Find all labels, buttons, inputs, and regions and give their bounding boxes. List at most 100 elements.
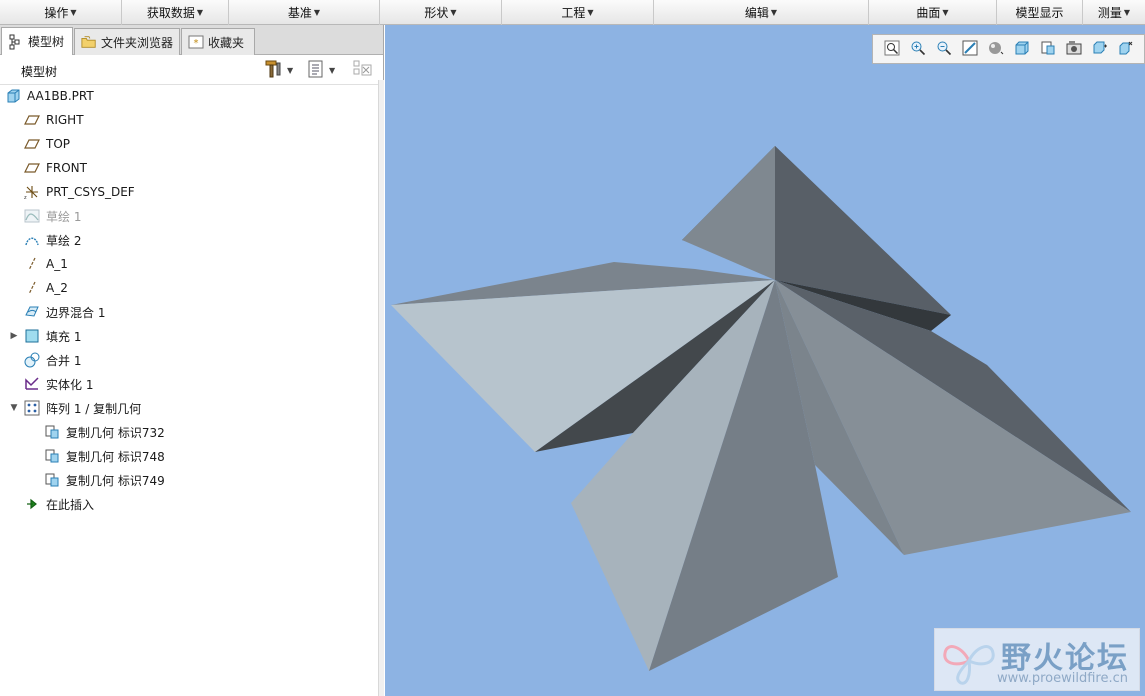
- view-manager-icon: [1040, 40, 1056, 59]
- zoom-in-icon: [910, 40, 926, 59]
- tree-item-front-plane[interactable]: FRONT: [24, 157, 87, 179]
- camera-button[interactable]: [1061, 38, 1087, 60]
- saved-views-icon: [1014, 40, 1030, 59]
- svg-text:*: *: [194, 38, 199, 49]
- tree-item-solidify[interactable]: 实体化 1: [24, 373, 93, 395]
- tree-item-pattern[interactable]: 阵列 1 / 复制几何: [24, 397, 141, 419]
- copy-geometry-icon: [44, 424, 60, 440]
- caret-down-icon: ▼: [942, 8, 949, 17]
- tree-item-fill[interactable]: 填充 1: [24, 325, 81, 347]
- view-manager-button[interactable]: [1035, 38, 1061, 60]
- caret-down-icon: ▼: [313, 8, 321, 17]
- caret-down-icon: ▼: [196, 8, 204, 17]
- tree-item-insert-here[interactable]: 在此插入: [24, 493, 94, 515]
- coordinate-system-icon: z: [24, 184, 40, 200]
- graphics-viewport[interactable]: 野火论坛 www.proewildfire.cn: [385, 25, 1145, 696]
- model-tree-title: 模型树: [21, 65, 58, 79]
- copy-geometry-icon: [44, 472, 60, 488]
- model-face: [682, 146, 775, 280]
- watermark-url: www.proewildfire.cn: [997, 671, 1128, 686]
- tree-columns-icon: [352, 59, 374, 82]
- tab-folder-browser[interactable]: 文件夹浏览器: [74, 28, 180, 55]
- caret-down-icon: ▼: [450, 8, 457, 17]
- view-toolbar: [872, 34, 1145, 64]
- caret-down-icon: ▼: [1123, 8, 1131, 17]
- tree-item-copy-geometry-732[interactable]: 复制几何 标识732: [44, 421, 165, 443]
- menu-surfaces[interactable]: 曲面 ▼: [869, 0, 997, 25]
- spin-center-icon: [1118, 40, 1134, 59]
- caret-down-icon: ▼: [287, 65, 294, 75]
- expand-arrow-icon[interactable]: ▶: [9, 331, 19, 341]
- datum-plane-icon: [24, 112, 40, 128]
- tree-item-copy-geometry-748[interactable]: 复制几何 标识748: [44, 445, 165, 467]
- svg-text:z: z: [24, 195, 27, 200]
- datum-display-icon: [1092, 40, 1108, 59]
- tree-item-boundary-blend[interactable]: 边界混合 1: [24, 301, 105, 323]
- menu-measure[interactable]: 测量 ▼: [1083, 0, 1145, 25]
- refit-icon: [884, 40, 900, 59]
- datum-plane-icon: [24, 136, 40, 152]
- tree-item-csys[interactable]: z PRT_CSYS_DEF: [24, 181, 135, 203]
- fill-icon: [24, 328, 40, 344]
- tree-scrollbar[interactable]: [378, 80, 384, 696]
- butterfly-logo-icon: [943, 645, 995, 685]
- forum-watermark: 野火论坛 www.proewildfire.cn: [934, 628, 1140, 691]
- tree-item-right-plane[interactable]: RIGHT: [24, 109, 84, 131]
- tree-item-axis-a1[interactable]: A_1: [24, 253, 68, 275]
- tree-item-part[interactable]: AA1BB.PRT: [5, 85, 94, 107]
- collapse-arrow-icon[interactable]: ▼: [9, 403, 19, 413]
- display-style-button[interactable]: [983, 38, 1009, 60]
- menu-datum[interactable]: 基准 ▼: [229, 0, 380, 25]
- insert-here-arrow-icon: [24, 496, 40, 512]
- tree-item-sketch-1[interactable]: 草绘 1: [24, 205, 81, 227]
- zoom-out-button[interactable]: [931, 38, 957, 60]
- datum-plane-icon: [24, 160, 40, 176]
- caret-down-icon: ▼: [329, 65, 336, 75]
- menu-operations[interactable]: 操作 ▼: [0, 0, 122, 25]
- repaint-icon: [962, 40, 978, 59]
- refit-button[interactable]: [879, 38, 905, 60]
- part-icon: [5, 88, 21, 104]
- menu-shapes[interactable]: 形状 ▼: [380, 0, 502, 25]
- tree-filter-button[interactable]: [352, 60, 374, 80]
- settings-dropdown-button[interactable]: ▼: [263, 60, 293, 80]
- pattern-icon: [24, 400, 40, 416]
- merge-icon: [24, 352, 40, 368]
- caret-down-icon: ▼: [70, 8, 77, 17]
- 3d-model[interactable]: [385, 25, 1145, 696]
- tree-item-copy-geometry-749[interactable]: 复制几何 标识749: [44, 469, 165, 491]
- tab-model-tree[interactable]: 模型树: [1, 27, 73, 55]
- tree-item-sketch-2[interactable]: 草绘 2: [24, 229, 81, 251]
- folder-browser-icon: [81, 34, 97, 50]
- tree-item-axis-a2[interactable]: A_2: [24, 277, 68, 299]
- favorites-icon: *: [188, 34, 204, 50]
- list-icon: [307, 59, 325, 82]
- datum-axis-icon: [24, 256, 40, 272]
- navigator-panel: 模型树 文件夹浏览器 * 收藏夹 模型树 ▼ ▼ AA1BB.PRT RIGHT…: [0, 25, 384, 696]
- caret-down-icon: ▼: [587, 8, 594, 17]
- tree-item-merge[interactable]: 合并 1: [24, 349, 81, 371]
- display-style-icon: [987, 40, 1005, 59]
- menu-model-display[interactable]: 模型显示: [997, 0, 1083, 25]
- model-tree-header: 模型树 ▼ ▼: [0, 55, 383, 85]
- zoom-out-icon: [936, 40, 952, 59]
- saved-views-button[interactable]: [1009, 38, 1035, 60]
- spin-center-button[interactable]: [1113, 38, 1139, 60]
- menu-get-data[interactable]: 获取数据 ▼: [122, 0, 229, 25]
- menu-engineering[interactable]: 工程 ▼: [502, 0, 654, 25]
- camera-icon: [1066, 40, 1082, 59]
- tab-favorites[interactable]: * 收藏夹: [181, 28, 255, 55]
- zoom-in-button[interactable]: [905, 38, 931, 60]
- hammer-icon: [263, 59, 283, 82]
- tree-item-top-plane[interactable]: TOP: [24, 133, 70, 155]
- repaint-button[interactable]: [957, 38, 983, 60]
- copy-geometry-icon: [44, 448, 60, 464]
- menu-bar: 操作 ▼ 获取数据 ▼ 基准 ▼ 形状 ▼ 工程 ▼ 编辑 ▼ 曲面 ▼ 模型显示 测量 ▼: [0, 0, 1145, 25]
- solidify-icon: [24, 376, 40, 392]
- model-tree-icon: [8, 34, 24, 50]
- show-dropdown-button[interactable]: ▼: [307, 60, 335, 80]
- datum-display-button[interactable]: [1087, 38, 1113, 60]
- sketch-icon: [24, 232, 40, 248]
- boundary-blend-icon: [24, 304, 40, 320]
- menu-editing[interactable]: 编辑 ▼: [654, 0, 869, 25]
